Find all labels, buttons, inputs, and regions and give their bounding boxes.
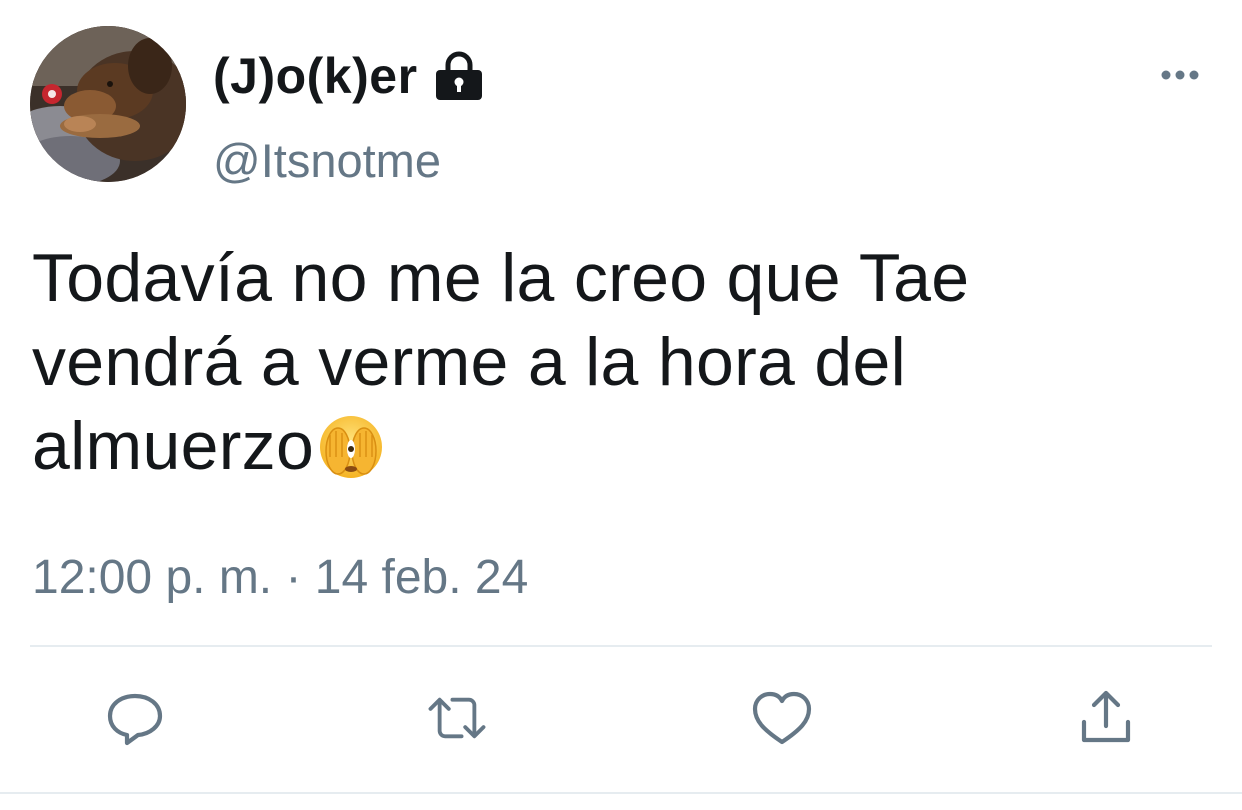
action-bar (0, 680, 1242, 760)
tweet-timestamp[interactable]: 12:00 p. m. · 14 feb. 24 (32, 548, 528, 608)
tweet-text: Todavía no me la creo que Tae vendrá a v… (32, 236, 1182, 488)
tweet-text-line: vendrá a verme a la hora del (32, 324, 907, 400)
face-covering-eyes-emoji-icon (316, 411, 386, 481)
retweet-icon (428, 697, 486, 739)
tweet-text-line: almuerzo (32, 408, 315, 484)
share-icon (1081, 690, 1131, 743)
reply-button[interactable] (103, 686, 167, 750)
tweet-card: (J)o(k)er @Itsnotme Todavía no me la cre… (0, 0, 1242, 810)
retweet-button[interactable] (425, 686, 489, 750)
reply-icon (107, 693, 163, 746)
heart-icon (752, 691, 812, 745)
like-button[interactable] (750, 686, 814, 750)
share-button[interactable] (1074, 686, 1138, 750)
display-name[interactable]: (J)o(k)er (213, 48, 418, 104)
tweet-text-line: Todavía no me la creo que Tae (32, 240, 970, 316)
avatar[interactable] (30, 26, 186, 182)
bottom-divider (0, 792, 1242, 794)
lock-icon (432, 49, 486, 103)
tweet-text-line-last: almuerzo (32, 404, 1182, 488)
user-handle[interactable]: @Itsnotme (213, 133, 441, 189)
more-icon[interactable] (1150, 58, 1210, 92)
divider (30, 645, 1212, 647)
display-name-row: (J)o(k)er (213, 48, 486, 104)
dog-photo-avatar-icon (30, 26, 186, 182)
